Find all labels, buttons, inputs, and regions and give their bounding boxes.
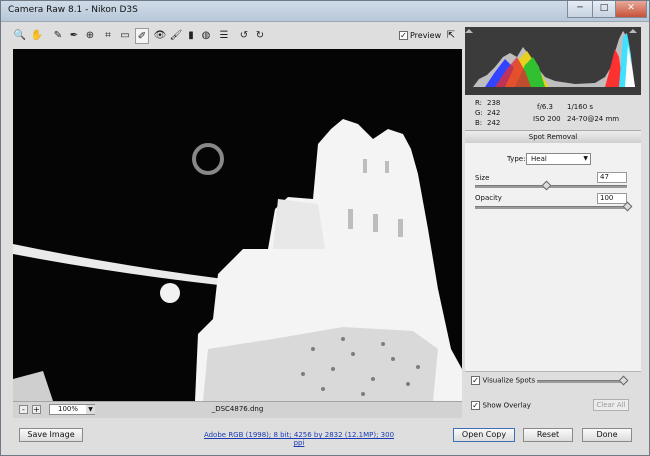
preview-toggle[interactable]: ✓ Preview xyxy=(399,31,441,40)
green-value: 242 xyxy=(487,109,501,117)
histogram xyxy=(465,27,641,95)
red-eye-tool[interactable]: 👁 xyxy=(153,28,167,44)
straighten-tool[interactable]: ▭ xyxy=(118,28,132,44)
opacity-slider[interactable] xyxy=(475,206,627,209)
radial-filter-tool[interactable]: ◍ xyxy=(199,28,213,44)
show-overlay-label: Show Overlay xyxy=(482,401,531,410)
shutter-value: 1/160 s xyxy=(567,103,594,111)
toolbar: 🔍 ✋ ✎ ✒ ⊕ ⌗ ▭ ✐ 👁 🖌 ▮ ◍ ☰ ↺ ↻ xyxy=(13,28,463,46)
red-value: 238 xyxy=(487,99,501,107)
workflow-options-link[interactable]: Adobe RGB (1998); 8 bit; 4256 by 2832 (1… xyxy=(201,431,397,447)
panel-title: Spot Removal xyxy=(465,130,641,144)
color-sampler-tool[interactable]: ✒ xyxy=(67,28,81,44)
histogram-graph xyxy=(465,29,637,87)
visualize-spots-thumb[interactable] xyxy=(618,375,628,386)
adjustment-brush-tool[interactable]: 🖌 xyxy=(169,28,183,44)
crop-tool[interactable]: ⌗ xyxy=(101,28,115,44)
iso-value: ISO 200 xyxy=(533,115,561,123)
visualize-spots-toggle[interactable]: ✓ Visualize Spots xyxy=(471,376,535,385)
opacity-field[interactable]: 100 xyxy=(597,193,627,204)
title-bar: Camera Raw 8.1 - Nikon D3S ─ □ ✕ xyxy=(1,1,649,22)
visualize-spots-checkbox[interactable]: ✓ xyxy=(471,376,480,385)
zoom-tool[interactable]: 🔍 xyxy=(13,28,27,44)
image-preview-canvas[interactable] xyxy=(13,49,462,401)
red-label: R: xyxy=(475,99,483,107)
spot-options: ✓ Visualize Spots ✓ Show Overlay Clear A… xyxy=(465,373,641,417)
type-value: Heal xyxy=(531,155,547,163)
minimize-button[interactable]: ─ xyxy=(567,1,593,18)
spot-removal-panel: Type: Heal ▼ Size 47 Opacity 100 xyxy=(465,143,641,372)
camera-raw-window: Camera Raw 8.1 - Nikon D3S ─ □ ✕ 🔍 ✋ ✎ ✒ ⊕ ⌗ ▭… xyxy=(0,0,650,456)
opacity-label: Opacity xyxy=(475,194,502,202)
preview-image xyxy=(13,49,462,401)
size-slider-thumb[interactable] xyxy=(541,180,552,191)
open-copy-button[interactable]: Open Copy xyxy=(453,428,515,442)
targeted-adjustment-tool[interactable]: ⊕ xyxy=(83,28,97,44)
hand-tool[interactable]: ✋ xyxy=(30,28,44,44)
green-label: G: xyxy=(475,109,483,117)
close-button[interactable]: ✕ xyxy=(615,1,647,18)
window-title: Camera Raw 8.1 - Nikon D3S xyxy=(8,5,138,15)
maximize-button[interactable]: □ xyxy=(592,1,616,18)
lens-value: 24-70@24 mm xyxy=(567,115,620,123)
blue-value: 242 xyxy=(487,119,501,127)
preferences-icon[interactable]: ☰ xyxy=(217,28,231,44)
save-image-button[interactable]: Save Image xyxy=(19,428,83,442)
opacity-slider-thumb[interactable] xyxy=(622,201,633,212)
graduated-filter-tool[interactable]: ▮ xyxy=(184,28,198,44)
type-select[interactable]: Heal ▼ xyxy=(526,153,591,165)
status-bar: - + 100% ▼ _DSC4876.dng xyxy=(13,401,462,418)
visualize-spots-label: Visualize Spots xyxy=(482,376,536,385)
fullscreen-icon[interactable]: ⇱ xyxy=(445,29,457,43)
chevron-down-icon: ▼ xyxy=(583,155,588,162)
visualize-spots-slider[interactable] xyxy=(537,380,627,383)
show-overlay-toggle[interactable]: ✓ Show Overlay xyxy=(471,401,531,410)
preview-label: Preview xyxy=(410,31,442,40)
rotate-right-icon[interactable]: ↻ xyxy=(253,28,267,44)
white-balance-tool[interactable]: ✎ xyxy=(51,28,65,44)
size-field[interactable]: 47 xyxy=(597,172,627,183)
size-label: Size xyxy=(475,174,490,182)
done-button[interactable]: Done xyxy=(582,428,632,442)
aperture-value: f/6.3 xyxy=(537,103,553,111)
blue-label: B: xyxy=(475,119,483,127)
type-label: Type: xyxy=(507,155,526,163)
spot-removal-tool[interactable]: ✐ xyxy=(135,28,149,44)
show-overlay-checkbox[interactable]: ✓ xyxy=(471,401,480,410)
preview-checkbox[interactable]: ✓ xyxy=(399,31,408,40)
clear-all-button[interactable]: Clear All xyxy=(593,399,629,411)
file-name: _DSC4876.dng xyxy=(211,405,264,413)
rotate-left-icon[interactable]: ↺ xyxy=(237,28,251,44)
reset-button[interactable]: Reset xyxy=(523,428,573,442)
info-panel: R: 238 G: 242 B: 242 f/6.3 1/160 s ISO 2… xyxy=(465,97,641,129)
